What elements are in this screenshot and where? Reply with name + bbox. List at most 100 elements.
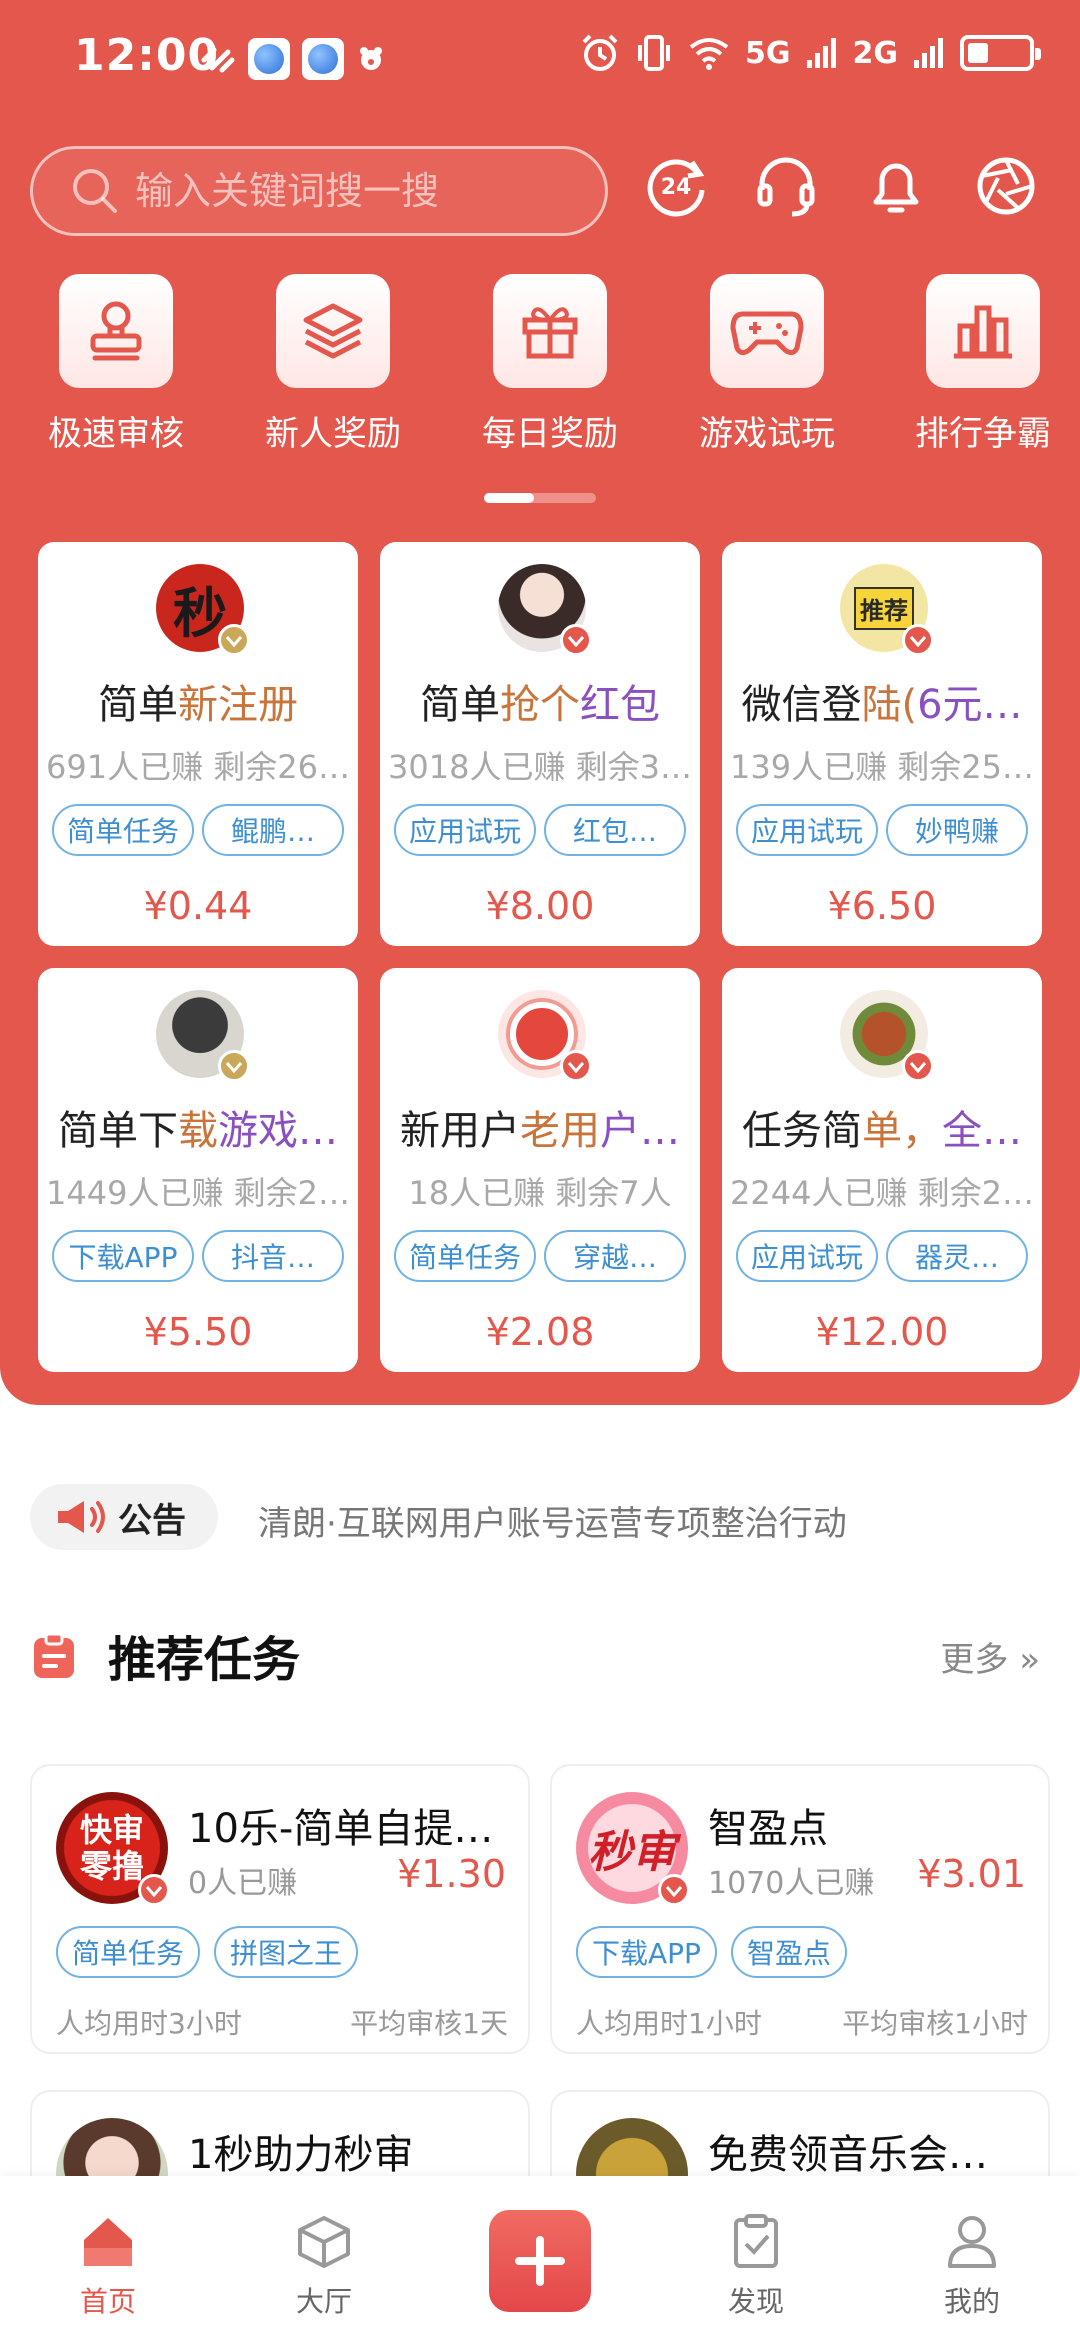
category-label: 每日奖励 (482, 414, 618, 454)
recommend-card[interactable]: 秒审 智盈点 1070人已赚 ¥3.01 下载APP 智盈点 人均用时1小时 平均… (550, 1764, 1050, 2054)
network-5g-label: 5G (745, 35, 791, 71)
tag: 简单任务 (394, 1230, 536, 1282)
app-notification-icon (248, 38, 290, 80)
avg-time: 人均用时1小时 (576, 2007, 762, 2040)
search-bar[interactable] (30, 146, 608, 236)
avatar (498, 564, 592, 656)
tag: 拼图之王 (214, 1926, 359, 1978)
category-item[interactable]: 新人奖励 (238, 274, 428, 455)
recommend-title: 10乐-简单自提… (188, 1806, 494, 1852)
search-icon (73, 169, 117, 213)
reward-price: ¥0.44 (143, 884, 253, 928)
remaining-count: 剩余2… (233, 1174, 350, 1212)
link-icon (201, 47, 235, 73)
card-title: 任务简单，全… (742, 1108, 1022, 1154)
remaining-count: 剩余26… (213, 748, 350, 786)
nav-home[interactable]: 首页 (48, 2214, 168, 2320)
category-item[interactable]: 极速审核 (21, 274, 211, 455)
remaining-count: 剩余2… (917, 1174, 1034, 1212)
aperture-icon[interactable] (970, 150, 1042, 222)
gamepad-icon (730, 311, 804, 356)
user-icon (948, 2216, 996, 2268)
battery-icon (960, 35, 1041, 71)
card-title: 简单新注册 (98, 682, 298, 728)
tag: 穿越… (544, 1230, 686, 1282)
tag: 红包… (544, 804, 686, 856)
task-card[interactable]: 任务简单，全… 2244人已赚 剩余2… 应用试玩 器灵… ¥12.00 (722, 968, 1042, 1372)
avatar: 秒审 (576, 1792, 690, 1906)
avatar: 快审零撸 (56, 1792, 170, 1906)
section-title: 推荐任务 (108, 1632, 301, 1688)
verified-badge-icon (560, 1050, 592, 1082)
verified-badge-icon (218, 1050, 250, 1082)
reward-price: ¥2.08 (485, 1310, 595, 1354)
card-title: 简单下载游戏… (58, 1108, 338, 1154)
network-2g-label: 2G (852, 35, 899, 71)
status-bar: 12:00 5G 2G (0, 0, 1080, 120)
tag: 抖音… (202, 1230, 344, 1282)
reward-price: ¥8.00 (485, 884, 595, 928)
avatar: 推荐 (840, 564, 934, 656)
reward-price: ¥5.50 (143, 1310, 253, 1354)
earned-count: 0人已赚 (188, 1866, 298, 1901)
refresh-24-icon[interactable]: 24 (640, 150, 712, 222)
more-link[interactable]: 更多 » (940, 1632, 1040, 1681)
verified-badge-icon (902, 1050, 934, 1082)
announcement-chip[interactable]: 公告 (30, 1484, 218, 1550)
plus-icon (515, 2236, 565, 2286)
card-title: 新用户老用户… (400, 1108, 680, 1154)
tag: 下载APP (52, 1230, 194, 1282)
gift-icon (522, 307, 578, 359)
layers-icon (303, 303, 363, 359)
tag: 下载APP (576, 1926, 717, 1978)
stamp-icon (90, 301, 142, 361)
tag: 应用试玩 (736, 1230, 878, 1282)
avg-time: 人均用时3小时 (56, 2007, 242, 2040)
category-label: 新人奖励 (265, 414, 401, 454)
tag: 妙鸭赚 (886, 804, 1028, 856)
earned-count: 1449人已赚 (46, 1174, 224, 1212)
avatar (498, 990, 592, 1082)
task-card[interactable]: 推荐 微信登陆(6元… 139人已赚 剩余25… 应用试玩 妙鸭赚 ¥6.50 (722, 542, 1042, 946)
double-chevron-right-icon: » (1019, 1640, 1040, 1680)
task-card[interactable]: 秒 简单新注册 691人已赚 剩余26… 简单任务 鲲鹏… ¥0.44 (38, 542, 358, 946)
remaining-count: 剩余25… (897, 748, 1034, 786)
avatar (840, 990, 934, 1082)
tag: 器灵… (886, 1230, 1028, 1282)
recommend-title: 免费领音乐会… (708, 2132, 988, 2178)
remaining-count: 剩余7人 (555, 1174, 672, 1212)
category-item[interactable]: 游戏试玩 (672, 274, 862, 455)
task-card[interactable]: 新用户老用户… 18人已赚 剩余7人 简单任务 穿越… ¥2.08 (380, 968, 700, 1372)
verified-badge-icon (138, 1874, 170, 1906)
earned-count: 3018人已赚 (388, 748, 566, 786)
announcement-text[interactable]: 清朗·互联网用户账号运营专项整治行动 (258, 1496, 847, 1545)
clipboard-check-icon (734, 2214, 778, 2268)
category-label: 排行争霸 (915, 414, 1051, 454)
earned-count: 1070人已赚 (708, 1866, 875, 1901)
earned-count: 2244人已赚 (730, 1174, 908, 1212)
task-card[interactable]: 简单抢个红包 3018人已赚 剩余3… 应用试玩 红包… ¥8.00 (380, 542, 700, 946)
category-item[interactable]: 每日奖励 (455, 274, 645, 455)
reward-price: ¥3.01 (917, 1852, 1026, 1896)
headset-icon[interactable] (750, 150, 822, 222)
category-item[interactable]: 排行争霸 (888, 274, 1078, 455)
bear-icon (360, 47, 382, 70)
tag: 应用试玩 (394, 804, 536, 856)
category-label: 游戏试玩 (699, 414, 835, 454)
cube-icon (298, 2216, 350, 2268)
tag: 鲲鹏… (202, 804, 344, 856)
signal-icon (806, 38, 836, 68)
announcement-label: 公告 (118, 1500, 186, 1541)
page-indicator (484, 493, 596, 503)
publish-button[interactable] (489, 2210, 591, 2312)
verified-badge-icon (218, 624, 250, 656)
nav-hall[interactable]: 大厅 (264, 2214, 384, 2320)
signal-icon (914, 38, 943, 68)
bell-icon[interactable] (860, 150, 932, 222)
recommend-card[interactable]: 快审零撸 10乐-简单自提… 0人已赚 ¥1.30 简单任务 拼图之王 人均用时3… (30, 1764, 530, 2054)
nav-discover[interactable]: 发现 (696, 2214, 816, 2320)
earned-count: 18人已赚 (408, 1174, 546, 1212)
search-input[interactable] (135, 169, 595, 213)
nav-me[interactable]: 我的 (912, 2214, 1032, 2320)
task-card[interactable]: 简单下载游戏… 1449人已赚 剩余2… 下载APP 抖音… ¥5.50 (38, 968, 358, 1372)
